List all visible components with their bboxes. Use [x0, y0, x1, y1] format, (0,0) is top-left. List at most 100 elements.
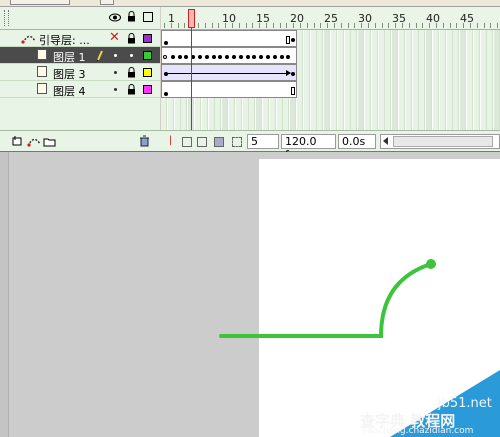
frame-cell-column[interactable] [324, 30, 331, 130]
frame-cell-column[interactable] [399, 30, 405, 130]
frame-cell-column[interactable] [365, 30, 371, 130]
keyframe[interactable] [211, 55, 216, 59]
layer-color-swatch[interactable] [143, 51, 152, 60]
keyframe[interactable] [266, 55, 270, 59]
ruler-tick [436, 23, 437, 28]
scroll-thumb[interactable] [393, 136, 493, 147]
empty-keyframe[interactable] [163, 55, 167, 59]
frame-cell-column[interactable] [487, 30, 494, 130]
keyframe[interactable] [272, 55, 277, 59]
add-layer-icon[interactable] [12, 136, 24, 147]
add-guide-layer-icon[interactable] [27, 136, 41, 147]
frame-cell-column[interactable] [358, 30, 365, 130]
ruler-tick [266, 23, 267, 28]
edit-multiple-frames-icon[interactable] [214, 137, 224, 147]
keyframe[interactable] [259, 55, 264, 59]
frame-cell-column[interactable] [385, 30, 392, 130]
outline-icon[interactable] [143, 12, 153, 22]
keyframe[interactable] [291, 38, 295, 42]
lock-icon[interactable] [127, 33, 136, 44]
panel-tab-small[interactable] [100, 0, 114, 5]
lock-icon[interactable] [127, 84, 136, 95]
layer-row-guide[interactable]: 引导层: ... ✕ [0, 30, 160, 47]
drag-grip[interactable] [4, 10, 9, 26]
frame-cell-column[interactable] [371, 30, 378, 130]
onion-outline-icon[interactable] [197, 137, 207, 147]
frame-cell-column[interactable] [297, 30, 303, 130]
frame-cell-column[interactable] [433, 30, 439, 130]
frame-cell-column[interactable] [331, 30, 337, 130]
frame-span-layer-3[interactable] [161, 64, 297, 81]
modify-onion-markers-icon[interactable] [232, 137, 242, 147]
frame-cell-column[interactable] [480, 30, 487, 130]
frame-cell-column[interactable] [419, 30, 426, 130]
keyframe[interactable] [286, 55, 291, 59]
lock-dot[interactable] [130, 54, 133, 57]
frame-cell-column[interactable] [392, 30, 399, 130]
delete-layer-icon[interactable] [139, 135, 150, 147]
keyframe[interactable] [225, 55, 230, 59]
frame-cell-column[interactable] [310, 30, 317, 130]
frame-cell-column[interactable] [337, 30, 344, 130]
keyframe[interactable] [279, 55, 284, 59]
frame-rate-field[interactable]: 120.0 fps [281, 134, 336, 161]
frame-cell-column[interactable] [446, 30, 453, 130]
frame-cell-column[interactable] [405, 30, 412, 130]
frame-cell-column[interactable] [378, 30, 385, 130]
hidden-x-icon[interactable]: ✕ [109, 30, 120, 45]
keyframe[interactable] [184, 55, 189, 59]
keyframe[interactable] [291, 72, 295, 76]
frame-ruler[interactable]: 1 5 10 15 20 25 30 35 40 45 [161, 7, 500, 30]
eye-icon[interactable] [109, 13, 121, 22]
keyframe[interactable] [252, 55, 257, 59]
add-folder-icon[interactable] [43, 136, 56, 147]
frame-cell-column[interactable] [317, 30, 324, 130]
keyframe[interactable] [232, 55, 236, 59]
layer-color-swatch[interactable] [143, 68, 152, 77]
panel-tab[interactable] [10, 0, 70, 5]
frame-span-guide[interactable] [161, 30, 297, 47]
visible-dot[interactable] [114, 71, 117, 74]
frame-cell-column[interactable] [426, 30, 433, 130]
visible-dot[interactable] [114, 54, 117, 57]
keyframe[interactable] [245, 55, 250, 59]
frame-cell-column[interactable] [344, 30, 351, 130]
layer-row-3[interactable]: 图层 3 [0, 64, 160, 81]
center-frame-icon[interactable]: | [165, 135, 176, 146]
playhead[interactable] [188, 9, 195, 28]
lock-icon[interactable] [127, 11, 136, 22]
layer-row-1[interactable]: 图层 1 [0, 47, 160, 64]
keyframe[interactable] [198, 55, 202, 59]
keyframe[interactable] [164, 92, 168, 96]
watermark-url: jiaocheng.chazidian.com [362, 426, 474, 436]
keyframe[interactable] [177, 55, 182, 59]
frame-cell-column[interactable] [412, 30, 419, 130]
frame-cell-column[interactable] [460, 30, 467, 130]
frame-cell-column[interactable] [467, 30, 473, 130]
frame-span-layer-1[interactable] [161, 47, 297, 64]
visible-dot[interactable] [114, 88, 117, 91]
frame-cell-column[interactable] [494, 30, 500, 130]
frame-span-layer-4[interactable] [161, 81, 297, 98]
keyframe[interactable] [204, 55, 209, 59]
keyframe[interactable] [218, 55, 223, 59]
onion-skin-icon[interactable] [182, 137, 192, 147]
layer-color-swatch[interactable] [143, 34, 152, 43]
elapsed-time-field[interactable]: 0.0s [338, 134, 376, 149]
current-frame-field[interactable]: 5 [247, 134, 279, 149]
frame-cell-column[interactable] [303, 30, 310, 130]
horizontal-scrollbar[interactable] [380, 134, 500, 149]
frame-cell-column[interactable] [453, 30, 460, 130]
layer-row-4[interactable]: 图层 4 [0, 81, 160, 98]
frame-cell-column[interactable] [473, 30, 480, 130]
keyframe[interactable] [238, 55, 243, 59]
scroll-left-icon[interactable] [383, 137, 388, 145]
frame-cell-column[interactable] [439, 30, 446, 130]
ruler-tick [368, 23, 369, 28]
layer-color-swatch[interactable] [143, 85, 152, 94]
keyframe[interactable] [170, 55, 175, 59]
keyframe[interactable] [164, 41, 168, 45]
lock-icon[interactable] [127, 67, 136, 78]
path-endpoint[interactable] [426, 259, 436, 269]
frame-cell-column[interactable] [351, 30, 358, 130]
